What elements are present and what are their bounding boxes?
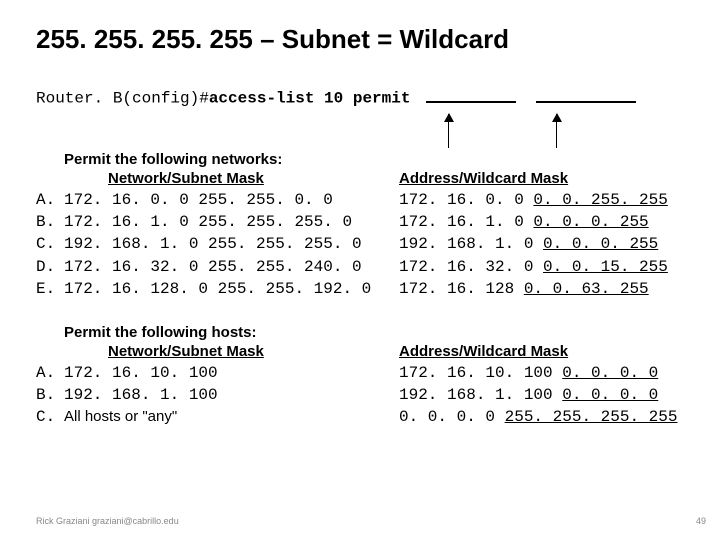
address-part: 0. 0. 0. 0 <box>399 408 505 426</box>
networks-block: A.B.C.D.E. Permit the following networks… <box>36 150 684 301</box>
spacer <box>36 150 64 189</box>
host-row: All hosts or "any" <box>64 406 399 427</box>
row-letter: C. <box>36 406 64 428</box>
networks-header-sub: Network/Subnet Mask <box>108 169 399 189</box>
command-line: Router. B(config)#access-list 10 permit <box>36 83 684 108</box>
wildcard-row: 172. 16. 32. 0 0. 0. 15. 255 <box>399 256 684 278</box>
wildcard-header: Address/Wildcard Mask <box>399 323 684 362</box>
wildcard-header: Address/Wildcard Mask <box>399 150 684 189</box>
host-row: 172. 16. 10. 100 <box>64 362 399 384</box>
wildcard-row: 0. 0. 0. 0 255. 255. 255. 255 <box>399 406 684 428</box>
row-letter: D. <box>36 256 64 278</box>
address-part: 172. 16. 0. 0 <box>399 191 533 209</box>
address-part: 192. 168. 1. 100 <box>399 386 562 404</box>
address-part: 172. 16. 32. 0 <box>399 258 543 276</box>
wildcard-row: 192. 168. 1. 0 0. 0. 0. 255 <box>399 233 684 255</box>
network-row: 172. 16. 0. 0 255. 255. 0. 0 <box>64 189 399 211</box>
network-subnet-col: Permit the following hosts: Network/Subn… <box>64 323 399 429</box>
address-part: 192. 168. 1. 0 <box>399 235 543 253</box>
row-letter: B. <box>36 211 64 233</box>
slide: 255. 255. 255. 255 – Subnet = Wildcard R… <box>0 0 720 540</box>
wildcard-header-text: Address/Wildcard Mask <box>399 170 568 187</box>
wildcard-row: 172. 16. 128 0. 0. 63. 255 <box>399 278 684 300</box>
hosts-header: Permit the following hosts: Network/Subn… <box>64 323 399 362</box>
page-number: 49 <box>696 516 706 526</box>
address-wildcard-col: Address/Wildcard Mask 172. 16. 10. 100 0… <box>399 323 684 429</box>
row-letter: C. <box>36 233 64 255</box>
address-part: 172. 16. 10. 100 <box>399 364 562 382</box>
arrow-container <box>36 114 684 148</box>
address-wildcard-col: Address/Wildcard Mask 172. 16. 0. 0 0. 0… <box>399 150 684 301</box>
network-row: 172. 16. 32. 0 255. 255. 240. 0 <box>64 256 399 278</box>
wildcard-mask: 255. 255. 255. 255 <box>505 408 678 426</box>
hosts-header-title: Permit the following hosts: <box>64 324 257 341</box>
wildcard-row: 172. 16. 1. 0 0. 0. 0. 255 <box>399 211 684 233</box>
networks-header-title: Permit the following networks: <box>64 151 282 168</box>
row-letter: B. <box>36 384 64 406</box>
arrow-icon <box>556 114 557 148</box>
page-title: 255. 255. 255. 255 – Subnet = Wildcard <box>36 24 684 55</box>
network-row: 172. 16. 1. 0 255. 255. 255. 0 <box>64 211 399 233</box>
row-letter: A. <box>36 189 64 211</box>
hosts-header-sub: Network/Subnet Mask <box>108 342 399 362</box>
address-part: 172. 16. 128 <box>399 280 524 298</box>
wildcard-mask: 0. 0. 63. 255 <box>524 280 649 298</box>
arrow-icon <box>448 114 449 148</box>
letters-col: A.B.C. <box>36 323 64 429</box>
wildcard-row: 172. 16. 10. 100 0. 0. 0. 0 <box>399 362 684 384</box>
host-row: 192. 168. 1. 100 <box>64 384 399 406</box>
address-part: 172. 16. 1. 0 <box>399 213 533 231</box>
row-letter: A. <box>36 362 64 384</box>
spacer <box>36 323 64 362</box>
hosts-block: A.B.C. Permit the following hosts: Netwo… <box>36 323 684 429</box>
wildcard-mask: 0. 0. 0. 255 <box>543 235 658 253</box>
command-bold: access-list 10 permit <box>209 90 411 108</box>
letters-col: A.B.C.D.E. <box>36 150 64 301</box>
network-subnet-col: Permit the following networks: Network/S… <box>64 150 399 301</box>
command-prefix: Router. B(config)# <box>36 90 209 108</box>
row-letter: E. <box>36 278 64 300</box>
wildcard-row: 192. 168. 1. 100 0. 0. 0. 0 <box>399 384 684 406</box>
wildcard-mask: 0. 0. 15. 255 <box>543 258 668 276</box>
footer-credit: Rick Graziani graziani@cabrillo.edu <box>36 516 179 526</box>
wildcard-row: 172. 16. 0. 0 0. 0. 255. 255 <box>399 189 684 211</box>
blank-wildcard <box>536 83 636 103</box>
wildcard-header-text: Address/Wildcard Mask <box>399 343 568 360</box>
wildcard-mask: 0. 0. 0. 0 <box>562 386 658 404</box>
wildcard-mask: 0. 0. 255. 255 <box>533 191 667 209</box>
network-row: 192. 168. 1. 0 255. 255. 255. 0 <box>64 233 399 255</box>
wildcard-mask: 0. 0. 0. 255 <box>533 213 648 231</box>
networks-header: Permit the following networks: Network/S… <box>64 150 399 189</box>
network-row: 172. 16. 128. 0 255. 255. 192. 0 <box>64 278 399 300</box>
wildcard-mask: 0. 0. 0. 0 <box>562 364 658 382</box>
blank-address <box>426 83 516 103</box>
